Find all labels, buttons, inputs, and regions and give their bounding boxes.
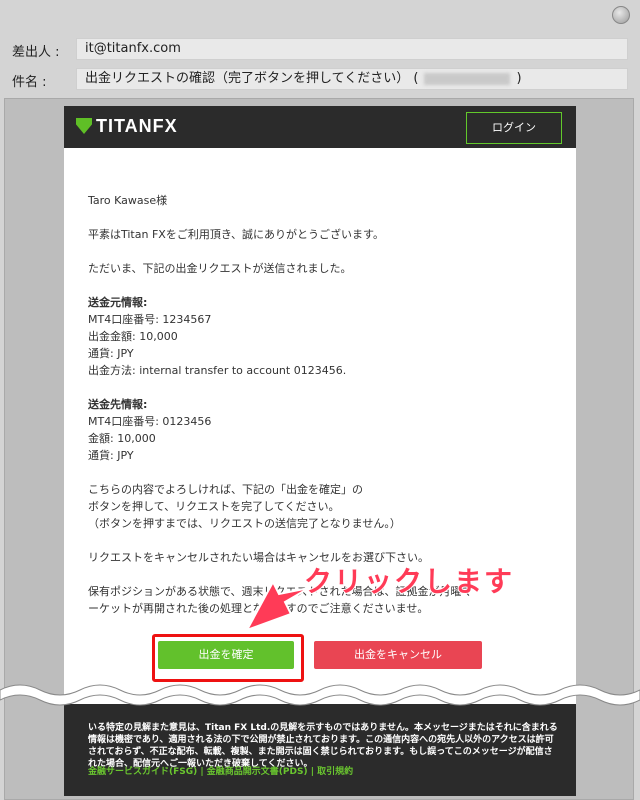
footer-links[interactable]: 金融サービスガイド(FSG) | 金融商品開示文書(PDS) | 取引規約 (88, 764, 353, 777)
from-value: it@titanfx.com (85, 41, 181, 56)
redacted-id (424, 72, 511, 85)
subject-close: ) (516, 71, 522, 86)
instruction-line: ボタンを押して、リクエストを完了してください。 (88, 500, 340, 513)
email-footer: いる特定の見解また意見は、Titan FX Ltd.の見解を示すものではありませ… (64, 704, 576, 796)
mail-viewer-window: 差出人 : it@titanfx.com 件名 : 出金リクエストの確認（完了ボ… (0, 0, 640, 800)
greeting: Taro Kawase様 (88, 194, 168, 207)
subject-label: 件名 : (12, 75, 47, 90)
dest-line: 金額: 10,000 (88, 432, 156, 445)
email-header-bar: TITANFX ログイン (64, 106, 576, 148)
from-label: 差出人 : (12, 45, 60, 60)
sent-message: ただいま、下記の出金リクエストが送信されました。 (88, 262, 352, 275)
from-field: it@titanfx.com (76, 38, 628, 60)
source-line: 通貨: JPY (88, 347, 134, 360)
pointer-arrow-icon (244, 579, 310, 632)
source-line: MT4口座番号: 1234567 (88, 313, 212, 326)
instruction-line: （ボタンを押すまでは、リクエストの送信完了となりません。） (88, 517, 401, 530)
instruction-line: こちらの内容でよろしければ、下記の「出金を確定」の (88, 483, 363, 496)
close-window-icon[interactable] (612, 6, 630, 24)
thanks-text: 平素はTitan FXをご利用頂き、誠にありがとうございます。 (88, 228, 384, 241)
dest-line: 通貨: JPY (88, 449, 134, 462)
shield-icon (76, 118, 92, 134)
titanfx-logo: TITANFX (76, 116, 178, 137)
login-button[interactable]: ログイン (466, 112, 562, 144)
dest-title: 送金先情報: (88, 398, 148, 411)
subject-value: 出金リクエストの確認（完了ボタンを押してください） ( (85, 71, 419, 86)
source-title: 送金元情報: (88, 296, 148, 309)
action-buttons: 出金を確定 出金をキャンセル (64, 634, 576, 682)
torn-edge (0, 684, 640, 706)
dest-line: MT4口座番号: 0123456 (88, 415, 212, 428)
click-annotation: クリックします (303, 564, 515, 599)
subject-field: 出金リクエストの確認（完了ボタンを押してください） () (76, 68, 628, 90)
cancel-withdrawal-button[interactable]: 出金をキャンセル (314, 641, 482, 669)
source-line: 出金方法: internal transfer to account 01234… (88, 364, 347, 377)
confirm-withdrawal-button[interactable]: 出金を確定 (158, 641, 294, 669)
footer-disclaimer: いる特定の見解また意見は、Titan FX Ltd.の見解を示すものではありませ… (88, 723, 558, 769)
source-line: 出金金額: 10,000 (88, 330, 178, 343)
email-text: Taro Kawase様 平素はTitan FXをご利用頂き、誠にありがとうござ… (88, 192, 558, 617)
position-note: ーケットが再開された後の処理となりますのでご注意くださいませ。 (88, 600, 558, 617)
